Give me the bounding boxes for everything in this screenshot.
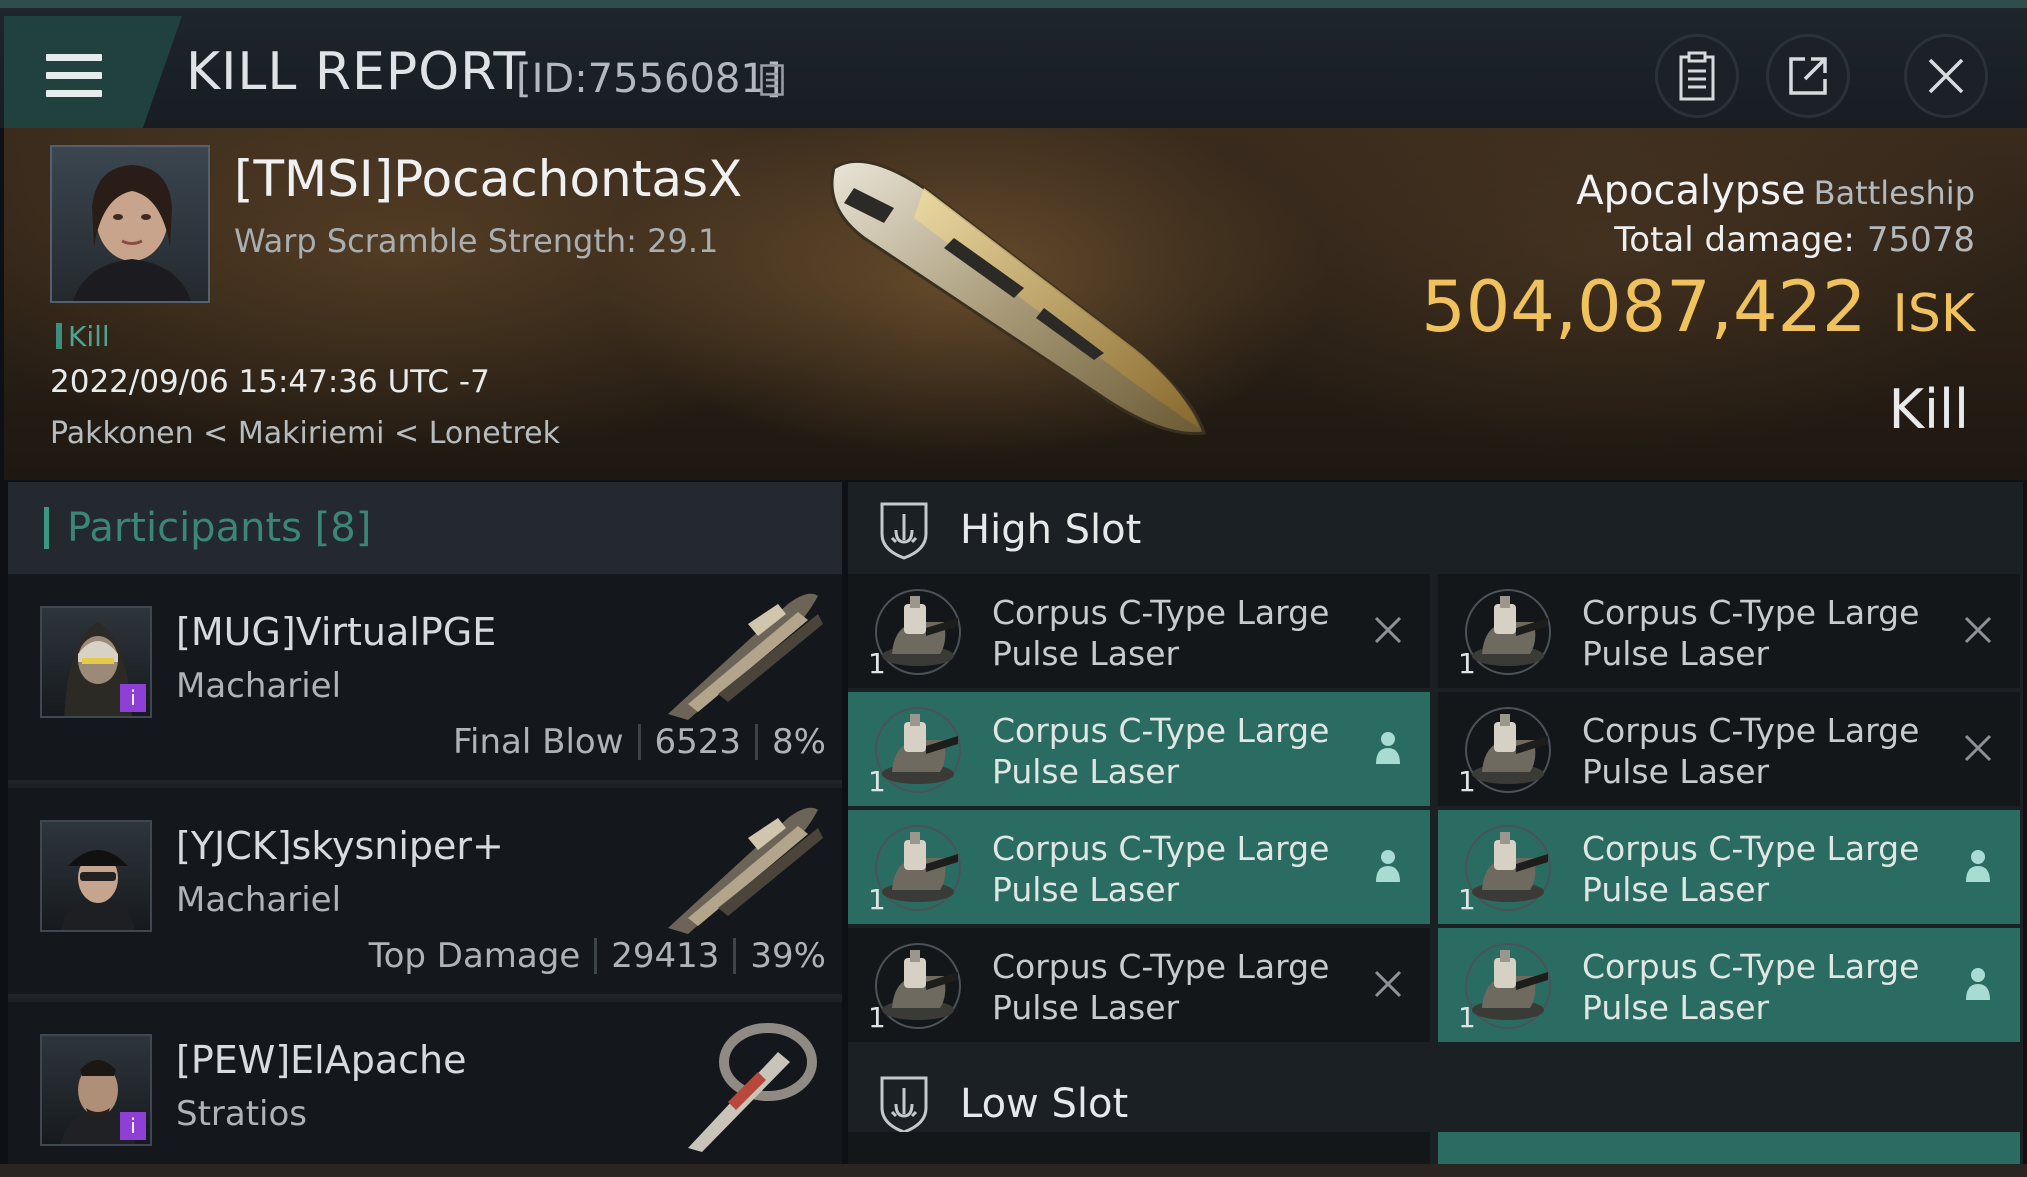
- participant-ship: Machariel: [176, 666, 342, 706]
- module-name[interactable]: Corpus C-Type Large Pulse Laser: [992, 828, 1352, 910]
- participant-role: Final Blow: [452, 722, 624, 762]
- participant-stats: Top Damage 29413 39%: [369, 936, 826, 976]
- module-name[interactable]: Corpus C-Type Large Pulse Laser: [992, 710, 1352, 792]
- participant-percent: 39%: [750, 936, 826, 976]
- high-slot-header: High Slot: [848, 482, 2023, 578]
- destroyed-x-icon: [1374, 616, 1402, 644]
- victim-ship-image[interactable]: [804, 148, 1224, 448]
- page-title: KILL REPORT: [186, 42, 527, 102]
- info-badge[interactable]: i: [120, 1112, 146, 1140]
- share-button[interactable]: [1766, 34, 1850, 118]
- menu-icon: [46, 54, 102, 100]
- total-damage-label: Total damage:: [1614, 220, 1855, 260]
- low-slot-label: Low Slot: [960, 1081, 1129, 1127]
- clipboard-button[interactable]: [1655, 34, 1739, 118]
- participant-role: Top Damage: [368, 936, 581, 976]
- destroyed-x-icon: [1964, 734, 1992, 762]
- copy-icon[interactable]: [760, 64, 784, 96]
- participant-name[interactable]: [MUG]VirtualPGE: [176, 610, 496, 654]
- module-quantity: 1: [1458, 883, 1476, 916]
- result-label: Kill: [1888, 378, 1969, 441]
- menu-button[interactable]: [4, 16, 182, 128]
- module-name[interactable]: Corpus C-Type Large Pulse Laser: [992, 592, 1352, 674]
- clipboard-icon: [1679, 51, 1715, 101]
- avatar[interactable]: i: [40, 606, 152, 718]
- participant-damage: 6523: [654, 722, 742, 762]
- bottom-strip: [0, 1164, 2027, 1177]
- participant-ship: Stratios: [176, 1094, 308, 1134]
- participant-stats: Final Blow 6523 8%: [453, 722, 826, 762]
- module-tile[interactable]: 1 Corpus C-Type Large Pulse Laser: [848, 928, 1430, 1042]
- participant-ship-image[interactable]: [658, 798, 828, 938]
- dropped-person-icon: [1966, 850, 1990, 882]
- dropped-person-icon: [1966, 968, 1990, 1000]
- participant-percent: 8%: [772, 722, 826, 762]
- isk-value: 504,087,422 ISK: [1421, 266, 1975, 348]
- close-button[interactable]: [1904, 34, 1988, 118]
- ship-class: Battleship: [1813, 174, 1975, 212]
- ship-type: Apocalypse: [1576, 168, 1806, 214]
- participant-name[interactable]: [PEW]ElApache: [176, 1038, 466, 1082]
- victim-name[interactable]: [TMSI]PocachontasX: [234, 150, 742, 208]
- participant-ship: Machariel: [176, 880, 342, 920]
- fitting-panel: High Slot 1 Corpus C-Type Large Pulse Las…: [848, 482, 2023, 1172]
- portrait-icon: [73, 165, 191, 301]
- module-quantity: 1: [868, 765, 886, 798]
- module-quantity: 1: [868, 1001, 886, 1034]
- portrait-icon: [60, 850, 136, 930]
- module-tile[interactable]: 1 Corpus C-Type Large Pulse Laser: [848, 692, 1430, 806]
- module-quantity: 1: [1458, 647, 1476, 680]
- module-name[interactable]: Corpus C-Type Large Pulse Laser: [1582, 592, 1942, 674]
- low-slot-icon: [880, 1076, 928, 1134]
- module-tile[interactable]: 1 Corpus C-Type Large Pulse Laser: [1438, 810, 2020, 924]
- module-tile[interactable]: 1 Corpus C-Type Large Pulse Laser: [848, 810, 1430, 924]
- participant-damage: 29413: [611, 936, 720, 976]
- module-tile[interactable]: 1 Corpus C-Type Large Pulse Laser: [848, 574, 1430, 688]
- module-quantity: 1: [1458, 765, 1476, 798]
- participants-title: Participants [8]: [67, 505, 372, 551]
- victim-summary: [TMSI]PocachontasX Warp Scramble Strengt…: [4, 128, 2027, 480]
- participants-header[interactable]: Participants [8]: [8, 482, 842, 574]
- high-slot-label: High Slot: [960, 507, 1142, 553]
- high-slot-icon: [880, 502, 928, 560]
- participant-row[interactable]: i [PEW]ElApache Stratios: [8, 1002, 842, 1172]
- warp-scramble-strength: Warp Scramble Strength: 29.1: [234, 222, 719, 260]
- module-quantity: 1: [868, 883, 886, 916]
- kill-tag: Kill: [56, 320, 110, 353]
- info-badge[interactable]: i: [120, 684, 146, 712]
- avatar[interactable]: [40, 820, 152, 932]
- module-name[interactable]: Corpus C-Type Large Pulse Laser: [992, 946, 1352, 1028]
- isk-amount: 504,087,422: [1421, 266, 1867, 348]
- destroyed-x-icon: [1374, 970, 1402, 998]
- dropped-person-icon: [1376, 732, 1400, 764]
- destroyed-x-icon: [1964, 616, 1992, 644]
- module-tile[interactable]: 1 Corpus C-Type Large Pulse Laser: [1438, 574, 2020, 688]
- kill-location[interactable]: Pakkonen < Makiriemi < Lonetrek: [50, 416, 560, 451]
- participant-name[interactable]: [YJCK]skysniper+: [176, 824, 504, 868]
- module-name[interactable]: Corpus C-Type Large Pulse Laser: [1582, 946, 1942, 1028]
- close-icon: [1928, 58, 1964, 94]
- module-name[interactable]: Corpus C-Type Large Pulse Laser: [1582, 710, 1942, 792]
- isk-unit: ISK: [1892, 284, 1975, 344]
- kill-datetime: 2022/09/06 15:47:36 UTC -7: [50, 364, 490, 400]
- victim-ship-name[interactable]: Apocalypse Battleship: [1576, 168, 1975, 214]
- module-quantity: 1: [868, 647, 886, 680]
- module-tile[interactable]: 1 Corpus C-Type Large Pulse Laser: [1438, 692, 2020, 806]
- participant-row[interactable]: [YJCK]skysniper+ Machariel Top Damage 29…: [8, 788, 842, 998]
- total-damage-value: 75078: [1866, 220, 1975, 260]
- participant-ship-image[interactable]: [658, 584, 828, 724]
- participants-panel: Participants [8] i [MUG]VirtualPGE Macha…: [8, 482, 842, 1172]
- dropped-person-icon: [1376, 850, 1400, 882]
- share-icon: [1789, 57, 1827, 95]
- module-tile[interactable]: 1 Corpus C-Type Large Pulse Laser: [1438, 928, 2020, 1042]
- total-damage: Total damage: 75078: [1614, 220, 1975, 260]
- participant-ship-image[interactable]: [658, 1012, 828, 1152]
- kill-id: [ID:7556081]: [516, 56, 782, 102]
- victim-avatar[interactable]: [50, 145, 210, 303]
- title-bar: KILL REPORT [ID:7556081]: [0, 0, 2027, 128]
- module-quantity: 1: [1458, 1001, 1476, 1034]
- avatar[interactable]: i: [40, 1034, 152, 1146]
- participant-row[interactable]: i [MUG]VirtualPGE Machariel Final Blow 6…: [8, 574, 842, 784]
- module-name[interactable]: Corpus C-Type Large Pulse Laser: [1582, 828, 1942, 910]
